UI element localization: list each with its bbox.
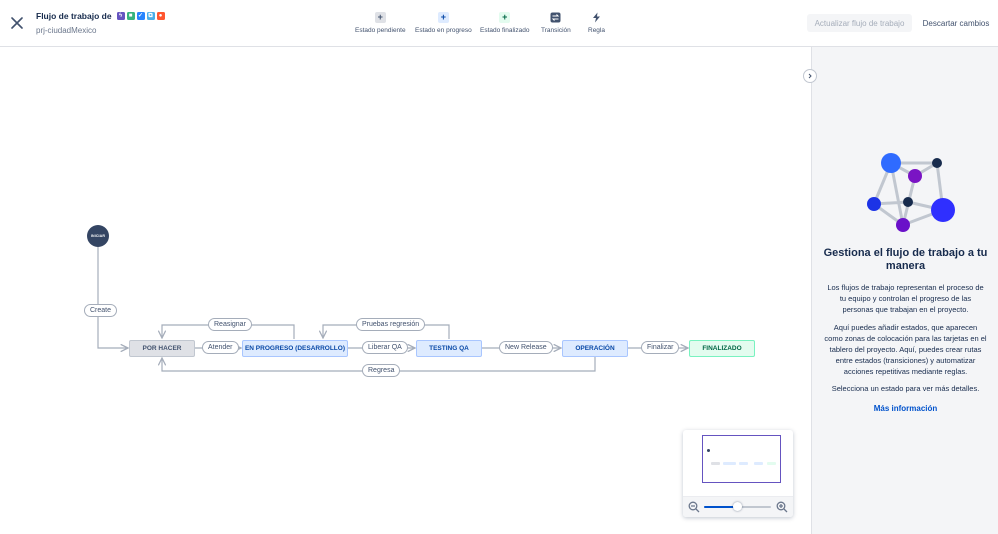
panel-paragraph: Los flujos de trabajo representan el pro…	[827, 283, 984, 314]
editor-header: Flujo de trabajo de ϟ ■ ✓ ⧉ ● prj-ciudadMexi…	[0, 0, 998, 47]
panel-paragraph: Selecciona un estado para ver más detall…	[831, 384, 980, 393]
zoom-slider[interactable]	[704, 502, 771, 511]
plus-icon: +	[374, 12, 386, 23]
add-done-status-tool[interactable]: + Estado finalizado	[480, 12, 530, 34]
tool-label: Regla	[588, 27, 605, 34]
minimap-node	[711, 462, 720, 465]
subtask-icon: ⧉	[146, 12, 155, 20]
zoom-slider-thumb[interactable]	[733, 502, 742, 511]
chevron-right-icon	[808, 73, 812, 79]
zoom-out-icon[interactable]	[688, 501, 700, 513]
status-todo[interactable]: POR HACER	[129, 340, 195, 357]
status-testing-qa[interactable]: TESTING QA	[416, 340, 482, 357]
transition-release-qa[interactable]: Liberar QA	[362, 341, 408, 354]
collapse-panel-button[interactable]	[803, 69, 817, 83]
status-done[interactable]: FINALIZADO	[689, 340, 755, 357]
minimap-node	[739, 462, 748, 465]
help-panel: Gestiona el flujo de trabajo a tu manera…	[811, 47, 998, 534]
transition-create[interactable]: Create	[84, 304, 118, 317]
panel-title: Gestiona el flujo de trabajo a tu manera	[823, 247, 988, 272]
close-button[interactable]	[6, 12, 28, 34]
add-in-progress-status-tool[interactable]: + Estado en progreso	[415, 12, 472, 34]
add-rule-tool[interactable]: Regla	[588, 12, 605, 34]
tool-label: Estado pendiente	[355, 27, 406, 34]
tool-label: Estado en progreso	[415, 27, 472, 34]
issue-type-badges: ϟ ■ ✓ ⧉ ●	[116, 12, 165, 20]
minimap-node	[754, 462, 763, 465]
transition-reassign[interactable]: Reasignar	[208, 318, 252, 331]
workflow-editor: Flujo de trabajo de ϟ ■ ✓ ⧉ ● prj-ciudadMexi…	[0, 0, 998, 534]
zoom-in-icon[interactable]	[776, 501, 788, 513]
task-icon: ✓	[136, 12, 145, 20]
transition-finish[interactable]: Finalizar	[641, 341, 680, 354]
workflow-illustration	[867, 153, 955, 232]
title-block: Flujo de trabajo de ϟ ■ ✓ ⧉ ● prj-ciudadMexi…	[36, 11, 165, 35]
start-node[interactable]: INICIAR	[87, 225, 109, 247]
minimap[interactable]	[683, 430, 793, 517]
tool-label: Transición	[541, 27, 571, 34]
close-icon	[11, 17, 23, 29]
update-workflow-button[interactable]: Actualizar flujo de trabajo	[807, 14, 912, 32]
zoom-controls	[683, 496, 793, 517]
transition-regression[interactable]: Pruebas regresión	[356, 318, 426, 331]
epic-icon: ϟ	[116, 12, 125, 20]
lightning-icon	[592, 12, 600, 23]
bug-icon: ●	[156, 12, 165, 20]
add-pending-status-tool[interactable]: + Estado pendiente	[355, 12, 406, 34]
plus-icon: +	[499, 12, 511, 23]
edge-create	[97, 247, 128, 348]
minimap-node	[723, 462, 736, 465]
minimap-viewport[interactable]	[702, 435, 781, 483]
tool-label: Estado finalizado	[480, 27, 530, 34]
page-title: Flujo de trabajo de	[36, 11, 112, 21]
project-name: prj-ciudadMexico	[36, 26, 97, 35]
transition-new-release[interactable]: New Release	[499, 341, 553, 354]
more-info-link[interactable]: Más información	[820, 404, 991, 413]
transition-back[interactable]: Regresa	[362, 364, 401, 377]
panel-paragraph: Aquí puedes añadir estados, que aparecen…	[824, 323, 987, 376]
transition-attend[interactable]: Atender	[202, 341, 239, 354]
plus-icon: +	[437, 12, 449, 23]
minimap-node	[767, 462, 776, 465]
workflow-canvas[interactable]: INICIAR POR HACER EN PROGRESO (DESARROLL…	[0, 47, 811, 534]
status-in-progress[interactable]: EN PROGRESO (DESARROLLO)	[242, 340, 348, 357]
discard-changes-button[interactable]: Descartar cambios	[918, 14, 994, 32]
minimap-start-node	[707, 449, 710, 452]
add-transition-tool[interactable]: Transición	[541, 12, 571, 34]
status-operation[interactable]: OPERACIÓN	[562, 340, 628, 357]
transition-icon	[550, 12, 561, 23]
story-icon: ■	[126, 12, 135, 20]
